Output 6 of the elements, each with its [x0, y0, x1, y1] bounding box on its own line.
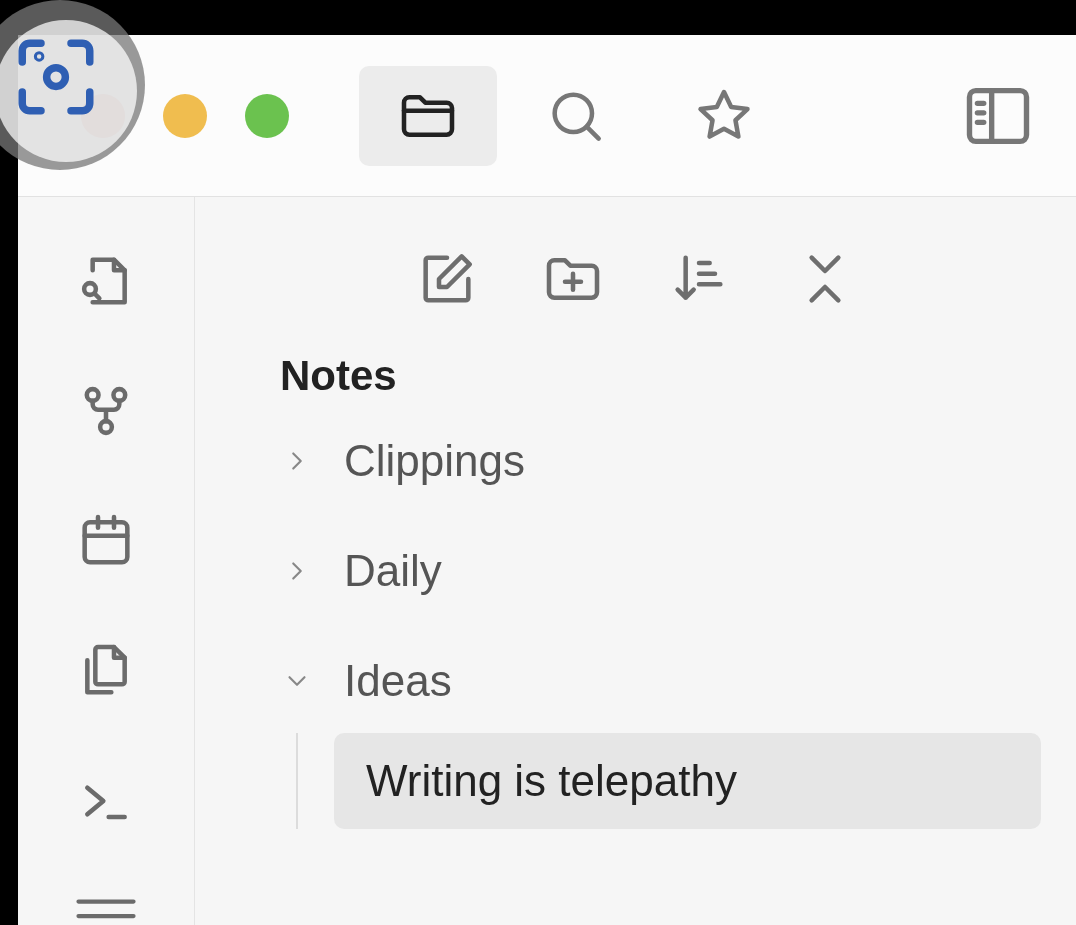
folder-item[interactable]: Daily — [280, 525, 1076, 617]
note-item[interactable]: Writing is telepathy — [334, 733, 1041, 829]
folder-item[interactable]: Clippings — [280, 415, 1076, 507]
folder-item[interactable]: Ideas — [280, 635, 1076, 727]
vault-name: Notes — [280, 355, 398, 397]
sidebar-tab[interactable] — [359, 65, 497, 166]
